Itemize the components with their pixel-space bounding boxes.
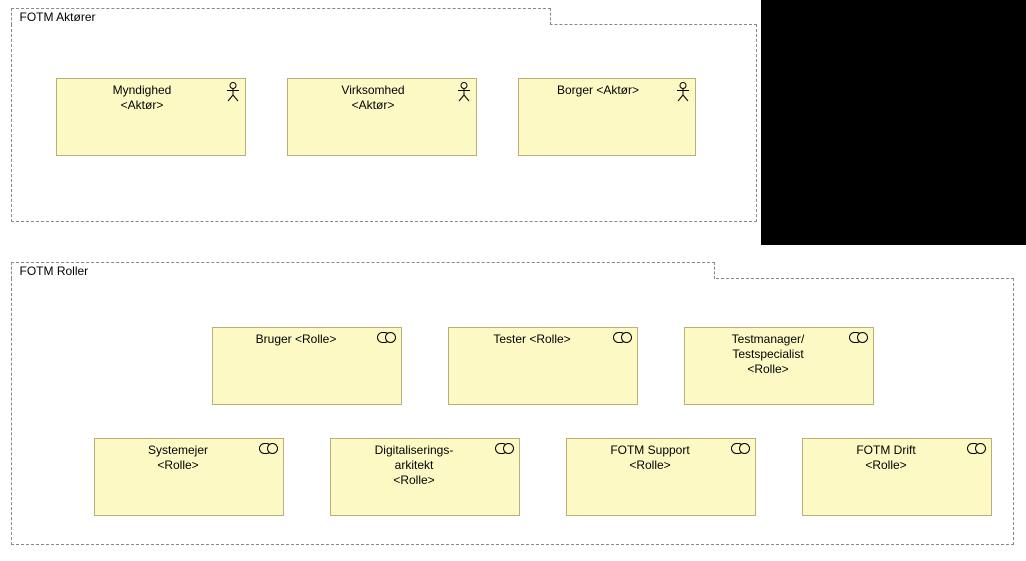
group-aktorer: FOTM Aktører Myndighed <Aktør> Virksomhe… bbox=[11, 24, 757, 222]
role-digitaliseringsarkitekt: Digitaliserings- arkitekt <Rolle> bbox=[330, 438, 520, 516]
role-icon bbox=[849, 332, 868, 343]
group-aktorer-tab: FOTM Aktører bbox=[11, 8, 551, 25]
actor-myndighed: Myndighed <Aktør> bbox=[56, 78, 246, 156]
role-fotm-support-stereotype: <Rolle> bbox=[571, 458, 729, 473]
actor-icon bbox=[457, 82, 471, 102]
role-bruger-label: Bruger <Rolle> bbox=[217, 332, 375, 347]
role-tester-label: Tester <Rolle> bbox=[453, 332, 611, 347]
role-icon bbox=[259, 443, 278, 454]
actor-virksomhed: Virksomhed <Aktør> bbox=[287, 78, 477, 156]
role-testmanager-line1: Testmanager/ bbox=[689, 332, 847, 347]
role-fotm-drift-name: FOTM Drift bbox=[807, 443, 965, 458]
role-digi-stereotype: <Rolle> bbox=[335, 473, 493, 488]
group-roller: FOTM Roller Bruger <Rolle> Tester <Rolle… bbox=[11, 278, 1014, 545]
actor-borger: Borger <Aktør> bbox=[518, 78, 696, 156]
role-digi-line2: arkitekt bbox=[335, 458, 493, 473]
role-systemejer: Systemejer <Rolle> bbox=[94, 438, 284, 516]
role-systemejer-stereotype: <Rolle> bbox=[99, 458, 257, 473]
role-bruger: Bruger <Rolle> bbox=[212, 327, 402, 405]
actor-icon bbox=[676, 82, 690, 102]
black-rectangle bbox=[761, 0, 1026, 245]
group-roller-tab: FOTM Roller bbox=[11, 262, 715, 279]
role-fotm-support-name: FOTM Support bbox=[571, 443, 729, 458]
actor-myndighed-name: Myndighed bbox=[61, 83, 223, 98]
actor-virksomhed-stereotype: <Aktør> bbox=[292, 98, 454, 113]
role-digi-line1: Digitaliserings- bbox=[335, 443, 493, 458]
role-testmanager-line2: Testspecialist bbox=[689, 347, 847, 362]
actor-borger-label: Borger <Aktør> bbox=[523, 83, 673, 98]
actor-virksomhed-name: Virksomhed bbox=[292, 83, 454, 98]
role-testmanager-stereotype: <Rolle> bbox=[689, 362, 847, 377]
actor-myndighed-stereotype: <Aktør> bbox=[61, 98, 223, 113]
role-icon bbox=[613, 332, 632, 343]
role-systemejer-name: Systemejer bbox=[99, 443, 257, 458]
role-fotm-drift-stereotype: <Rolle> bbox=[807, 458, 965, 473]
role-fotm-drift: FOTM Drift <Rolle> bbox=[802, 438, 992, 516]
role-icon bbox=[731, 443, 750, 454]
role-testmanager: Testmanager/ Testspecialist <Rolle> bbox=[684, 327, 874, 405]
actor-icon bbox=[226, 82, 240, 102]
group-roller-title: FOTM Roller bbox=[20, 264, 89, 278]
role-tester: Tester <Rolle> bbox=[448, 327, 638, 405]
role-icon bbox=[377, 332, 396, 343]
role-icon bbox=[495, 443, 514, 454]
group-aktorer-title: FOTM Aktører bbox=[20, 10, 96, 24]
role-icon bbox=[967, 443, 986, 454]
role-fotm-support: FOTM Support <Rolle> bbox=[566, 438, 756, 516]
